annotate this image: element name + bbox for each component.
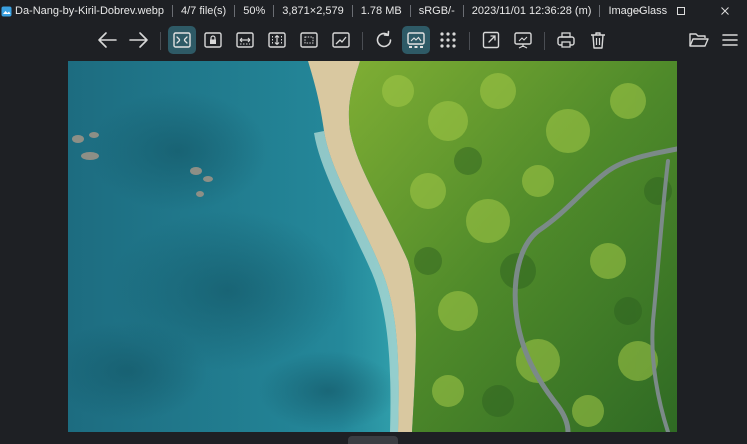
image-dimensions: 3,871×2,579 <box>282 5 344 17</box>
delete-button[interactable] <box>584 26 612 54</box>
print-button[interactable] <box>552 26 580 54</box>
thumbnail-grid-icon <box>440 32 456 48</box>
rotate-button[interactable] <box>370 26 398 54</box>
menu-button[interactable] <box>716 26 744 54</box>
slideshow-icon <box>514 32 532 49</box>
scale-to-fill-button[interactable] <box>327 26 355 54</box>
toolbar <box>0 24 747 58</box>
minimize-button[interactable] <box>615 0 659 22</box>
scale-to-fill-icon <box>332 32 350 48</box>
file-size: 1.78 MB <box>360 5 402 17</box>
thumbnail-grid-button[interactable] <box>434 26 462 54</box>
file-index: 4/7 file(s) <box>180 5 227 17</box>
minimize-icon <box>633 10 641 12</box>
close-icon <box>721 7 729 15</box>
delete-icon <box>591 32 605 49</box>
previous-image-button[interactable] <box>93 26 121 54</box>
zoom-level: 50% <box>243 5 266 17</box>
scale-to-width-icon <box>236 32 254 48</box>
scale-to-height-icon <box>268 32 286 48</box>
arrow-right-icon <box>129 32 148 48</box>
modified-date: 2023/11/01 12:36:28 (m) <box>471 5 592 17</box>
scale-to-height-button[interactable] <box>263 26 291 54</box>
toolbar-divider <box>160 32 161 50</box>
lock-zoom-button[interactable] <box>199 26 227 54</box>
maximize-button[interactable] <box>659 0 703 22</box>
aerial-coastline-photo <box>68 61 677 432</box>
scale-to-width-button[interactable] <box>231 26 259 54</box>
imageglass-icon <box>0 5 12 17</box>
open-folder-button[interactable] <box>685 26 713 54</box>
gallery-icon <box>407 32 425 48</box>
toolbar-divider <box>469 32 470 50</box>
rotate-icon <box>376 30 392 48</box>
gallery-button[interactable] <box>402 26 430 54</box>
auto-zoom-button[interactable] <box>168 26 196 54</box>
auto-zoom-icon <box>173 32 191 48</box>
toolbar-divider <box>362 32 363 50</box>
scale-to-fit-icon <box>300 32 318 48</box>
color-profile: sRGB/- <box>418 5 455 17</box>
filename: Da-Nang-by-Kiril-Dobrev.webp <box>15 5 164 17</box>
menu-icon <box>722 34 738 46</box>
open-folder-icon <box>689 33 709 47</box>
slideshow-button[interactable] <box>509 26 537 54</box>
arrow-left-icon <box>98 32 117 48</box>
scale-to-fit-button[interactable] <box>295 26 323 54</box>
lock-zoom-icon <box>204 32 222 48</box>
next-image-button[interactable] <box>125 26 153 54</box>
toolbar-divider <box>544 32 545 50</box>
print-icon <box>557 32 575 48</box>
close-button[interactable] <box>703 0 747 22</box>
fullscreen-button[interactable] <box>477 26 505 54</box>
gallery-toggle-tab[interactable] <box>348 436 398 444</box>
image-viewer[interactable] <box>68 61 677 432</box>
maximize-icon <box>677 7 685 15</box>
window-controls <box>615 0 747 22</box>
fullscreen-icon <box>482 31 500 49</box>
